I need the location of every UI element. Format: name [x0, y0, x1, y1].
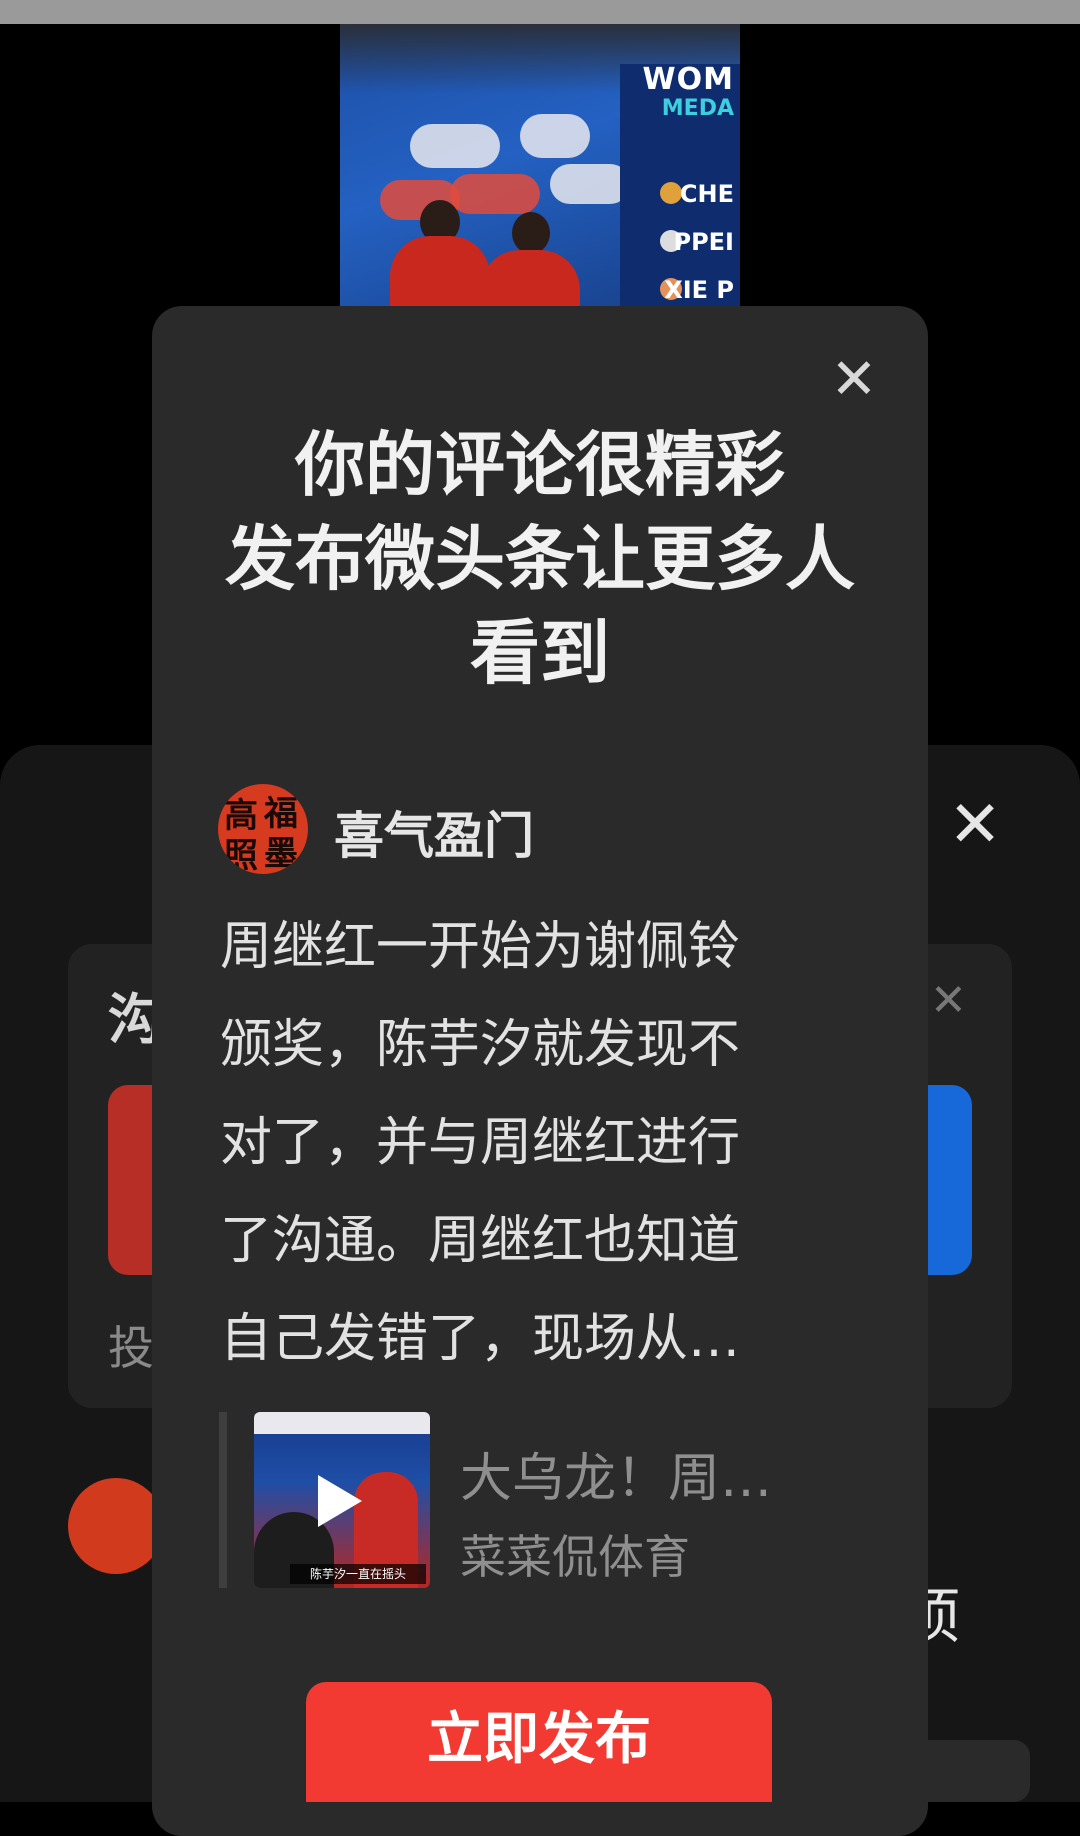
background-card-footer: 投: [108, 1321, 154, 1375]
play-icon[interactable]: [318, 1475, 362, 1527]
quoted-video-title[interactable]: 大乌龙！周…: [460, 1436, 772, 1511]
author-name: 喜气盈门: [334, 807, 534, 865]
athlete-figure: [480, 250, 580, 306]
dialog-title-line: 看到: [470, 612, 610, 694]
comment-line: 自己发错了，现场从…: [220, 1309, 741, 1369]
comment-line: 颁奖，陈芋汐就发现不: [220, 1015, 741, 1075]
thumb-caption: 陈芋汐一直在摇头: [290, 1564, 426, 1584]
thumb-sponsor-strip: [254, 1412, 430, 1434]
medal-rank-3: XIE P: [664, 276, 734, 304]
status-bar-strip: [0, 0, 1080, 24]
quoted-video-author: 菜菜侃体育: [460, 1530, 690, 1584]
avatar-glyph: 照: [224, 836, 258, 874]
avatar-glyph: 墨: [264, 834, 298, 874]
sponsor-board: [450, 174, 540, 214]
medal-board-title: WOM: [642, 62, 734, 97]
comment-line: 对了，并与周继红进行: [220, 1113, 741, 1173]
medal-board-subtitle: MEDA: [661, 96, 734, 121]
background-card-close-icon[interactable]: ✕: [930, 975, 967, 1026]
comment-sheet-close-icon[interactable]: ✕: [940, 790, 1010, 860]
comment-text: 周继红一开始为谢佩铃 颁奖，陈芋汐就发现不 对了，并与周继红进行 了沟通。周继红…: [220, 898, 840, 1388]
comment-line: 周继红一开始为谢佩铃: [220, 917, 741, 977]
dialog-title-line: 你的评论很精彩: [295, 424, 785, 506]
video-preview[interactable]: WOM MEDA CHE PPEI XIE P: [340, 24, 740, 306]
medal-rank-1: CHE: [679, 180, 734, 208]
sponsor-board: [410, 124, 500, 168]
athlete-head: [512, 212, 550, 254]
medal-rank-2: PPEI: [673, 228, 734, 256]
sponsor-board: [550, 164, 630, 204]
comment-line: 了沟通。周继红也知道: [220, 1211, 741, 1271]
quote-divider: [219, 1412, 227, 1588]
dialog-title: 你的评论很精彩 发布微头条让更多人 看到: [190, 418, 890, 700]
publish-button[interactable]: 立即发布: [306, 1682, 772, 1802]
sponsor-board: [520, 114, 590, 158]
gold-medal-dot: [660, 182, 682, 204]
dialog-title-line: 发布微头条让更多人: [225, 518, 855, 600]
background-avatar: [68, 1478, 164, 1574]
close-icon[interactable]: ✕: [826, 352, 882, 408]
athlete-figure: [390, 236, 490, 306]
avatar: 高 福 照 墨: [218, 784, 308, 874]
